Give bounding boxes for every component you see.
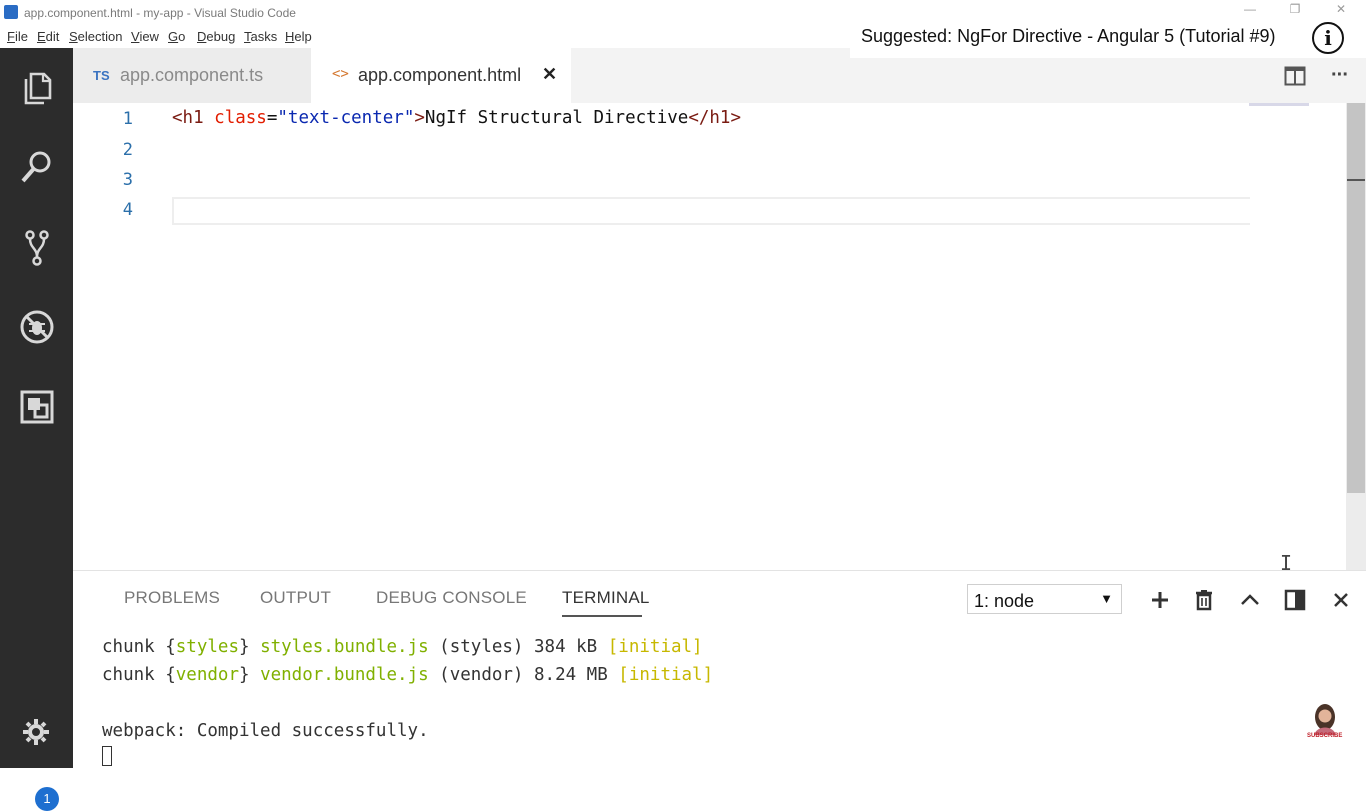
tab-terminal[interactable]: TERMINAL (562, 588, 650, 608)
split-editor-icon[interactable] (1284, 66, 1306, 86)
terminal-line: chunk {styles} styles.bundle.js (styles)… (102, 637, 703, 657)
tab-app-component-ts[interactable]: TS app.component.ts (73, 48, 311, 103)
menu-file[interactable]: File (7, 29, 28, 44)
menu-view[interactable]: View (131, 29, 159, 44)
bottom-panel: PROBLEMS OUTPUT DEBUG CONSOLE TERMINAL 1… (73, 570, 1366, 769)
menu-label: elp (294, 29, 312, 44)
tab-label: app.component.ts (120, 65, 264, 85)
menu-label: ile (14, 29, 28, 44)
terminal-select-value: 1: node (974, 591, 1035, 611)
line-number: 1 (122, 109, 133, 129)
add-terminal-icon[interactable] (1147, 587, 1173, 613)
menu-tasks[interactable]: Tasks (244, 29, 277, 44)
code-line-1[interactable]: <h1 class="text-center">NgIf Structural … (172, 108, 741, 128)
info-icon[interactable]: i (1312, 22, 1344, 54)
minimap[interactable] (1249, 103, 1309, 106)
menu-label: ebug (206, 29, 236, 44)
dropdown-arrow-icon: ▼ (1100, 591, 1113, 606)
close-panel-icon[interactable] (1328, 587, 1354, 613)
activity-bar: 1 (0, 48, 73, 811)
suggestion-text[interactable]: Suggested: NgFor Directive - Angular 5 (… (861, 26, 1276, 47)
term-chunk-name: styles (175, 637, 239, 657)
typescript-file-icon: TS (93, 68, 110, 83)
line-number: 2 (122, 140, 133, 160)
menu-help[interactable]: Help (285, 29, 312, 44)
term-tag: [initial] (618, 665, 714, 685)
video-suggestion-overlay[interactable]: Suggested: NgFor Directive - Angular 5 (… (850, 22, 1366, 58)
term-chunk-name: vendor (175, 665, 239, 685)
tab-app-component-html[interactable]: <> app.component.html ✕ (311, 48, 571, 103)
terminal-select[interactable]: 1: node ▼ (967, 584, 1122, 614)
attr-value: "text-center" (277, 108, 415, 128)
extensions-icon[interactable] (18, 388, 56, 426)
menu-accel: E (37, 29, 46, 44)
tag-open: <h1 (172, 108, 204, 128)
search-icon[interactable] (18, 148, 56, 186)
terminal-cursor (102, 746, 112, 766)
window-title: app.component.html - my-app - Visual Stu… (24, 6, 296, 20)
attr-name: class (214, 108, 267, 128)
tag-gt: > (414, 108, 425, 128)
split-panel-icon[interactable] (1282, 587, 1308, 613)
term-tag: [initial] (607, 637, 703, 657)
tag-close: </h1> (688, 108, 741, 128)
tab-debug-console[interactable]: DEBUG CONSOLE (376, 588, 527, 608)
menu-label: iew (139, 29, 159, 44)
subscribe-label: SUBSCRIBE (1307, 733, 1343, 739)
active-tab-indicator (562, 615, 642, 617)
editor-scrollbar-thumb[interactable] (1347, 103, 1365, 493)
terminal-line: chunk {vendor} vendor.bundle.js (vendor)… (102, 665, 713, 685)
current-line-highlight (172, 197, 1250, 225)
line-number: 4 (122, 200, 133, 220)
explorer-icon[interactable] (18, 68, 56, 106)
menu-accel: D (197, 29, 207, 44)
menu-edit[interactable]: Edit (37, 29, 59, 44)
menu-accel: F (7, 29, 15, 44)
menu-go[interactable]: Go (168, 29, 185, 44)
close-window-button[interactable]: ✕ (1331, 2, 1351, 20)
menu-accel: S (69, 29, 78, 44)
vscode-logo-icon (4, 5, 18, 19)
menu-bar: File Edit Selection View Go Debug Tasks … (0, 26, 860, 48)
more-actions-icon[interactable]: ··· (1331, 64, 1355, 86)
scrollbar-cursor-marker (1347, 179, 1365, 181)
terminal-line: webpack: Compiled successfully. (102, 721, 429, 741)
subscribe-watermark[interactable]: SUBSCRIBE (1305, 701, 1345, 741)
close-tab-icon[interactable]: ✕ (542, 64, 557, 85)
term-text: (styles) 384 kB (428, 637, 608, 657)
term-text: chunk { (102, 637, 176, 657)
source-control-icon[interactable] (18, 228, 56, 266)
menu-accel: H (285, 29, 295, 44)
attr-equals: = (266, 108, 278, 128)
term-file: styles.bundle.js (260, 637, 429, 657)
term-text: (vendor) 8.24 MB (428, 665, 619, 685)
chevron-up-icon[interactable] (1237, 587, 1263, 613)
code-editor[interactable]: 1 2 3 4 <h1 class="text-center">NgIf Str… (73, 103, 1366, 575)
menu-label: election (77, 29, 123, 44)
menu-label: dit (45, 29, 60, 44)
line-number: 3 (122, 170, 133, 190)
maximize-button[interactable]: ❐ (1285, 2, 1305, 20)
debug-icon[interactable] (18, 308, 56, 346)
menu-label: asks (250, 29, 278, 44)
html-file-icon: <> (332, 66, 349, 82)
settings-update-badge: 1 (35, 787, 59, 811)
minimize-button[interactable]: — (1240, 2, 1260, 20)
term-text: } (238, 637, 261, 657)
term-text: chunk { (102, 665, 176, 685)
term-file: vendor.bundle.js (260, 665, 429, 685)
menu-selection[interactable]: Selection (69, 29, 122, 44)
settings-gear-icon[interactable] (20, 716, 52, 748)
tab-label: app.component.html (358, 65, 522, 85)
menu-debug[interactable]: Debug (197, 29, 235, 44)
element-text: NgIf Structural Directive (424, 108, 689, 128)
tab-output[interactable]: OUTPUT (260, 588, 331, 608)
menu-accel: G (168, 29, 179, 44)
term-text: } (238, 665, 261, 685)
trash-icon[interactable] (1191, 587, 1217, 613)
tab-problems[interactable]: PROBLEMS (124, 588, 220, 608)
menu-label: o (178, 29, 186, 44)
